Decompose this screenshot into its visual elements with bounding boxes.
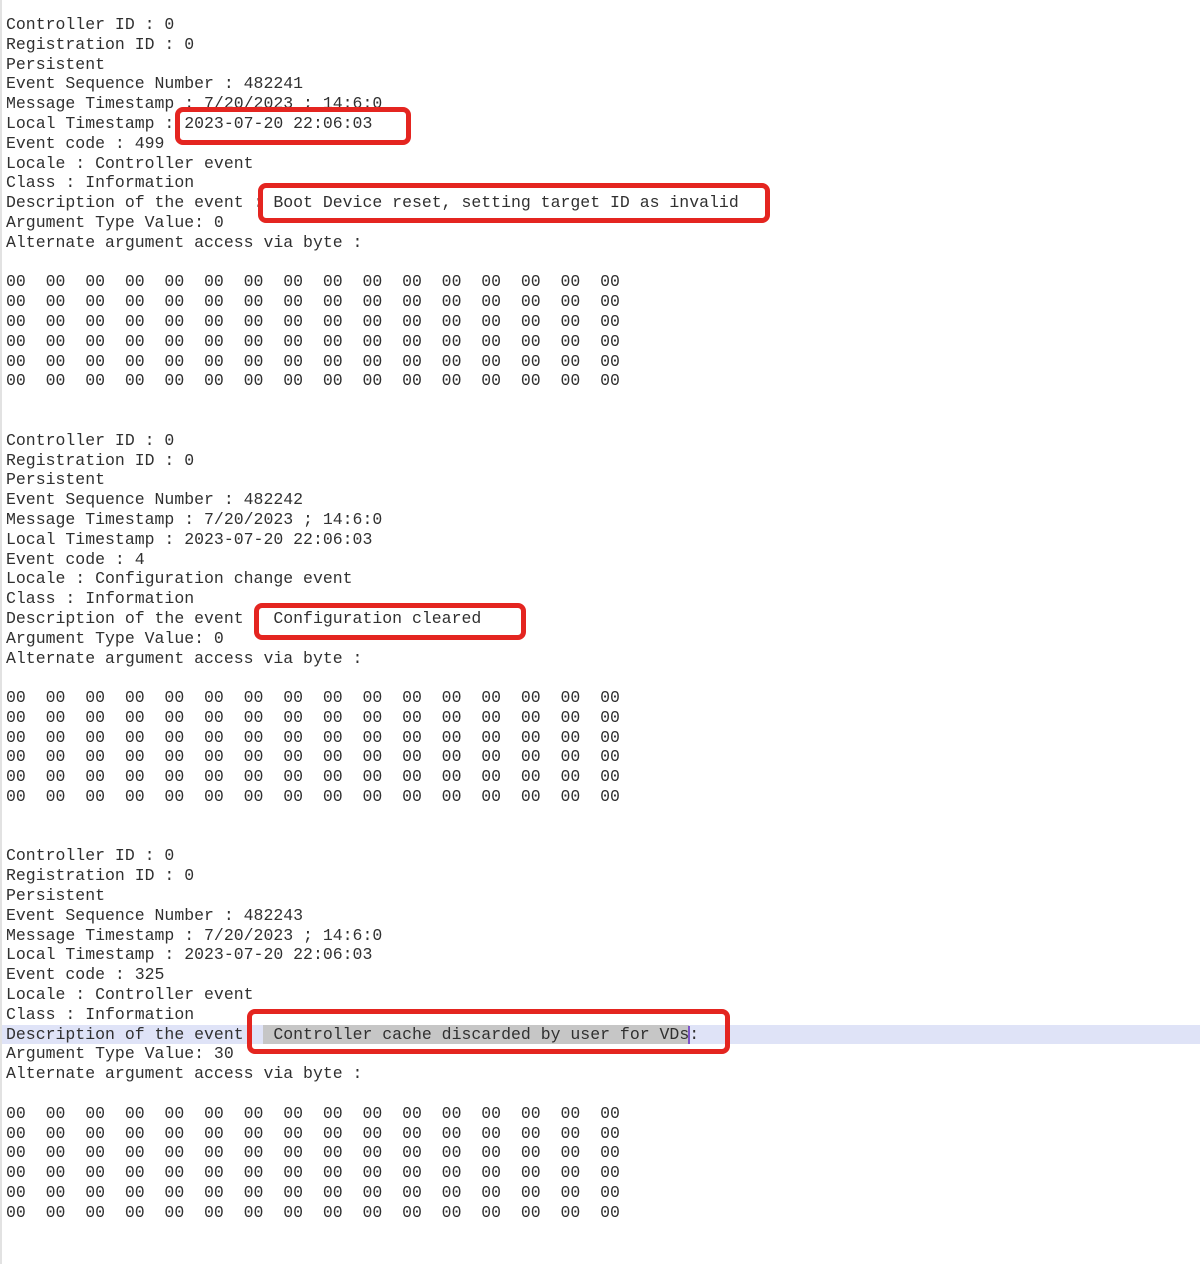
log-line: 00 00 00 00 00 00 00 00 00 00 00 00 00 0…	[0, 747, 1200, 767]
log-line: Message Timestamp : 7/20/2023 ; 14:6:0	[0, 926, 1200, 946]
log-line: 00 00 00 00 00 00 00 00 00 00 00 00 00 0…	[0, 332, 1200, 352]
log-line: Class : Information	[0, 173, 1200, 193]
log-line	[0, 253, 1200, 273]
log-line: 00 00 00 00 00 00 00 00 00 00 00 00 00 0…	[0, 1104, 1200, 1124]
log-line: Event Sequence Number : 482241	[0, 74, 1200, 94]
log-line: 00 00 00 00 00 00 00 00 00 00 00 00 00 0…	[0, 272, 1200, 292]
log-line: Description of the event Controller cach…	[0, 1025, 1200, 1045]
log-line: Event Sequence Number : 482242	[0, 490, 1200, 510]
log-line: Description of the event : Boot Device r…	[0, 193, 1200, 213]
event-log-page: Controller ID : 0Registration ID : 0Pers…	[0, 0, 1200, 1264]
log-line: Alternate argument access via byte :	[0, 233, 1200, 253]
log-line: Locale : Controller event	[0, 985, 1200, 1005]
description-label: Description of the event	[6, 1025, 263, 1044]
log-line: Alternate argument access via byte :	[0, 1064, 1200, 1084]
log-line: Registration ID : 0	[0, 35, 1200, 55]
log-line: Argument Type Value: 0	[0, 213, 1200, 233]
log-line: 00 00 00 00 00 00 00 00 00 00 00 00 00 0…	[0, 787, 1200, 807]
log-line: Message Timestamp : 7/20/2023 ; 14:6:0	[0, 510, 1200, 530]
log-line: Argument Type Value: 0	[0, 629, 1200, 649]
log-line: 00 00 00 00 00 00 00 00 00 00 00 00 00 0…	[0, 728, 1200, 748]
log-line: Local Timestamp : 2023-07-20 22:06:03	[0, 945, 1200, 965]
log-line	[0, 668, 1200, 688]
log-line	[0, 1242, 1200, 1262]
log-line: Message Timestamp : 7/20/2023 ; 14:6:0	[0, 94, 1200, 114]
log-line: Locale : Controller event	[0, 154, 1200, 174]
log-line: Description of the event Configuration c…	[0, 609, 1200, 629]
log-line: Event code : 325	[0, 965, 1200, 985]
log-line: 00 00 00 00 00 00 00 00 00 00 00 00 00 0…	[0, 1183, 1200, 1203]
event-log-text[interactable]: Controller ID : 0Registration ID : 0Pers…	[0, 15, 1200, 1262]
log-line: Locale : Configuration change event	[0, 569, 1200, 589]
log-line	[0, 1084, 1200, 1104]
log-line	[0, 391, 1200, 411]
log-line: Persistent	[0, 886, 1200, 906]
log-line: Event Sequence Number : 482243	[0, 906, 1200, 926]
log-line: 00 00 00 00 00 00 00 00 00 00 00 00 00 0…	[0, 312, 1200, 332]
selected-text[interactable]: Controller cache discarded by user for V…	[263, 1025, 689, 1044]
log-line: Alternate argument access via byte :	[0, 649, 1200, 669]
log-line: Local Timestamp : 2023-07-20 22:06:03	[0, 114, 1200, 134]
log-line: Registration ID : 0	[0, 451, 1200, 471]
log-line: Registration ID : 0	[0, 866, 1200, 886]
log-line: 00 00 00 00 00 00 00 00 00 00 00 00 00 0…	[0, 292, 1200, 312]
log-line	[0, 827, 1200, 847]
log-line	[0, 1223, 1200, 1243]
log-line: Argument Type Value: 30	[0, 1044, 1200, 1064]
log-line: Persistent	[0, 470, 1200, 490]
description-suffix: :	[689, 1025, 699, 1044]
log-line: 00 00 00 00 00 00 00 00 00 00 00 00 00 0…	[0, 767, 1200, 787]
log-line: Class : Information	[0, 1005, 1200, 1025]
log-line: 00 00 00 00 00 00 00 00 00 00 00 00 00 0…	[0, 1124, 1200, 1144]
log-line: Controller ID : 0	[0, 846, 1200, 866]
log-line: 00 00 00 00 00 00 00 00 00 00 00 00 00 0…	[0, 708, 1200, 728]
log-line: 00 00 00 00 00 00 00 00 00 00 00 00 00 0…	[0, 371, 1200, 391]
log-line: Local Timestamp : 2023-07-20 22:06:03	[0, 530, 1200, 550]
log-line: 00 00 00 00 00 00 00 00 00 00 00 00 00 0…	[0, 688, 1200, 708]
log-line: Controller ID : 0	[0, 431, 1200, 451]
log-line	[0, 807, 1200, 827]
log-line: Persistent	[0, 55, 1200, 75]
log-line: 00 00 00 00 00 00 00 00 00 00 00 00 00 0…	[0, 1163, 1200, 1183]
log-line: 00 00 00 00 00 00 00 00 00 00 00 00 00 0…	[0, 352, 1200, 372]
log-line	[0, 411, 1200, 431]
log-line: Controller ID : 0	[0, 15, 1200, 35]
log-line: 00 00 00 00 00 00 00 00 00 00 00 00 00 0…	[0, 1203, 1200, 1223]
log-line: Event code : 4	[0, 550, 1200, 570]
log-line: Class : Information	[0, 589, 1200, 609]
log-line: 00 00 00 00 00 00 00 00 00 00 00 00 00 0…	[0, 1143, 1200, 1163]
window-edge-strip	[0, 0, 2, 1264]
log-line: Event code : 499	[0, 134, 1200, 154]
